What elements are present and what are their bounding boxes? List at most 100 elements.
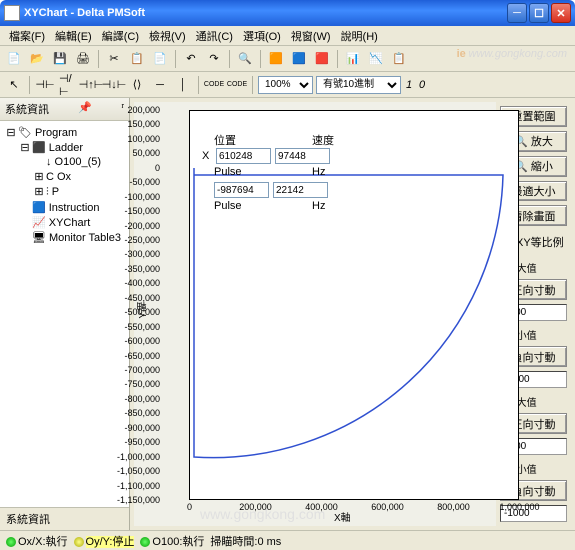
menu-file[interactable]: 檔案(F) [4, 28, 50, 44]
status-scan: 掃瞄時間:0 ms [210, 533, 281, 549]
status-ox: Ox/X:執行 [18, 536, 68, 548]
redo-icon[interactable]: ↷ [204, 49, 224, 69]
sidebar-pin-icon[interactable]: 📌 [78, 101, 92, 117]
menu-edit[interactable]: 編輯(E) [50, 28, 97, 44]
radix-combo[interactable]: 有號10進制 [316, 76, 401, 94]
y-tick: 100,000 [110, 134, 160, 144]
y-tick: -1,150,000 [110, 495, 160, 505]
watermark-center: www.gongkong.com [200, 506, 325, 522]
tree-node[interactable]: ⊞C Ox [4, 169, 125, 184]
y-tick: 150,000 [110, 119, 160, 129]
toolbar-1: 📄 📂 💾 🖨 ✂ 📋 📄 ↶ ↷ 🔍 🟧 🟦 🟥 📊 📉 📋 ie www.g… [0, 46, 575, 72]
menu-view[interactable]: 檢視(V) [144, 28, 191, 44]
tree-node[interactable]: ⊟⬛ Ladder [4, 140, 125, 155]
y-tick: -900,000 [110, 423, 160, 433]
y-tick: -250,000 [110, 235, 160, 245]
code-icon-2[interactable]: CODE [227, 75, 247, 95]
chart-panel: Y軸 X軸 200,000150,000100,00050,0000-50,00… [134, 102, 496, 526]
tool-f-icon[interactable]: 📋 [389, 49, 409, 69]
paste-icon[interactable]: 📄 [150, 49, 170, 69]
tree-node[interactable]: ↓ O100_(5) [4, 155, 125, 169]
watermark-logo: ie www.gongkong.com [457, 48, 567, 60]
hdr-position: 位置 [214, 132, 249, 148]
ld-icon-1[interactable]: ⊣⊢ [35, 75, 55, 95]
y-tick: -650,000 [110, 351, 160, 361]
print-icon[interactable]: 🖨 [73, 49, 93, 69]
status-bar: Ox/X:執行 Oy/Y:停止 O100:執行 掃瞄時間:0 ms [0, 530, 575, 550]
tree-node[interactable]: 🟦 Instruction [4, 200, 125, 215]
pointer-icon[interactable]: ↖ [4, 75, 24, 95]
led-oy-icon [74, 537, 84, 547]
speed-y-input[interactable] [273, 182, 328, 198]
toolbar-2: ↖ ⊣⊢ ⊣/⊢ ⊣↑⊢ ⊣↓⊢ ⟨⟩ ─ │ CODE CODE 100% 有… [0, 72, 575, 98]
tool-c-icon[interactable]: 🟥 [312, 49, 332, 69]
minimize-button[interactable]: ─ [507, 3, 527, 23]
x-tick: 600,000 [365, 502, 410, 512]
speed-x-input[interactable] [275, 148, 330, 164]
y-tick: -1,100,000 [110, 481, 160, 491]
y-tick: -50,000 [110, 177, 160, 187]
y-tick: -500,000 [110, 307, 160, 317]
menu-options[interactable]: 選項(O) [238, 28, 286, 44]
tool-e-icon[interactable]: 📉 [366, 49, 386, 69]
code-icon-1[interactable]: CODE [204, 75, 224, 95]
pos-x-input[interactable] [216, 148, 271, 164]
ld-icon-5[interactable]: ⟨⟩ [127, 75, 147, 95]
y-tick: -750,000 [110, 379, 160, 389]
tree-node[interactable]: 📈 XYChart [4, 215, 125, 230]
tool-d-icon[interactable]: 📊 [343, 49, 363, 69]
y-tick: -550,000 [110, 322, 160, 332]
y-tick: -450,000 [110, 293, 160, 303]
ld-icon-7[interactable]: │ [173, 75, 193, 95]
open-icon[interactable]: 📂 [27, 49, 47, 69]
tool-b-icon[interactable]: 🟦 [289, 49, 309, 69]
status-oy: Oy/Y:停止 [86, 536, 135, 548]
window-title: XYChart - Delta PMSoft [24, 7, 507, 19]
y-tick: -850,000 [110, 408, 160, 418]
tool-a-icon[interactable]: 🟧 [266, 49, 286, 69]
unit-pulse-1: Pulse [214, 166, 249, 178]
ld-icon-6[interactable]: ─ [150, 75, 170, 95]
undo-icon[interactable]: ↶ [181, 49, 201, 69]
cut-icon[interactable]: ✂ [104, 49, 124, 69]
unit-hz-2: Hz [312, 200, 347, 212]
y-tick: -700,000 [110, 365, 160, 375]
led-o100-icon [140, 537, 150, 547]
menu-bar: 檔案(F) 編輯(E) 編譯(C) 檢視(V) 通訊(C) 選項(O) 視窗(W… [0, 26, 575, 46]
close-button[interactable]: ✕ [551, 3, 571, 23]
tree-node[interactable]: ⊞⫶ P [4, 184, 125, 200]
tree-node[interactable]: 🖥 Monitor Table3 [4, 230, 125, 245]
maximize-button[interactable]: ☐ [529, 3, 549, 23]
menu-help[interactable]: 說明(H) [336, 28, 383, 44]
sidebar-tab[interactable]: 系統資訊 [0, 507, 129, 530]
app-icon [4, 5, 20, 21]
menu-compile[interactable]: 編譯(C) [97, 28, 144, 44]
y-tick: -100,000 [110, 192, 160, 202]
zoom-combo[interactable]: 100% [258, 76, 313, 94]
unit-hz-1: Hz [312, 166, 347, 178]
y-tick: -1,050,000 [110, 466, 160, 476]
pos-y-input[interactable] [214, 182, 269, 198]
led-ox-icon [6, 537, 16, 547]
x-tick: 1,000,000 [497, 502, 542, 512]
menu-comm[interactable]: 通訊(C) [191, 28, 238, 44]
menu-window[interactable]: 視窗(W) [286, 28, 336, 44]
y-tick: -300,000 [110, 249, 160, 259]
y-tick: -800,000 [110, 394, 160, 404]
find-icon[interactable]: 🔍 [235, 49, 255, 69]
x-tick: 800,000 [431, 502, 476, 512]
y-tick: 200,000 [110, 105, 160, 115]
hdr-speed: 速度 [312, 132, 347, 148]
tree-node[interactable]: ⊟🏷 Program [4, 125, 125, 140]
y-tick: -150,000 [110, 206, 160, 216]
ld-icon-4[interactable]: ⊣↓⊢ [104, 75, 124, 95]
save-icon[interactable]: 💾 [50, 49, 70, 69]
unit-pulse-2: Pulse [214, 200, 249, 212]
title-bar: XYChart - Delta PMSoft ─ ☐ ✕ [0, 0, 575, 26]
ld-icon-3[interactable]: ⊣↑⊢ [81, 75, 101, 95]
y-tick: -1,000,000 [110, 452, 160, 462]
sidebar-title: 系統資訊 [5, 101, 49, 117]
copy-icon[interactable]: 📋 [127, 49, 147, 69]
ld-icon-2[interactable]: ⊣/⊢ [58, 75, 78, 95]
new-icon[interactable]: 📄 [4, 49, 24, 69]
